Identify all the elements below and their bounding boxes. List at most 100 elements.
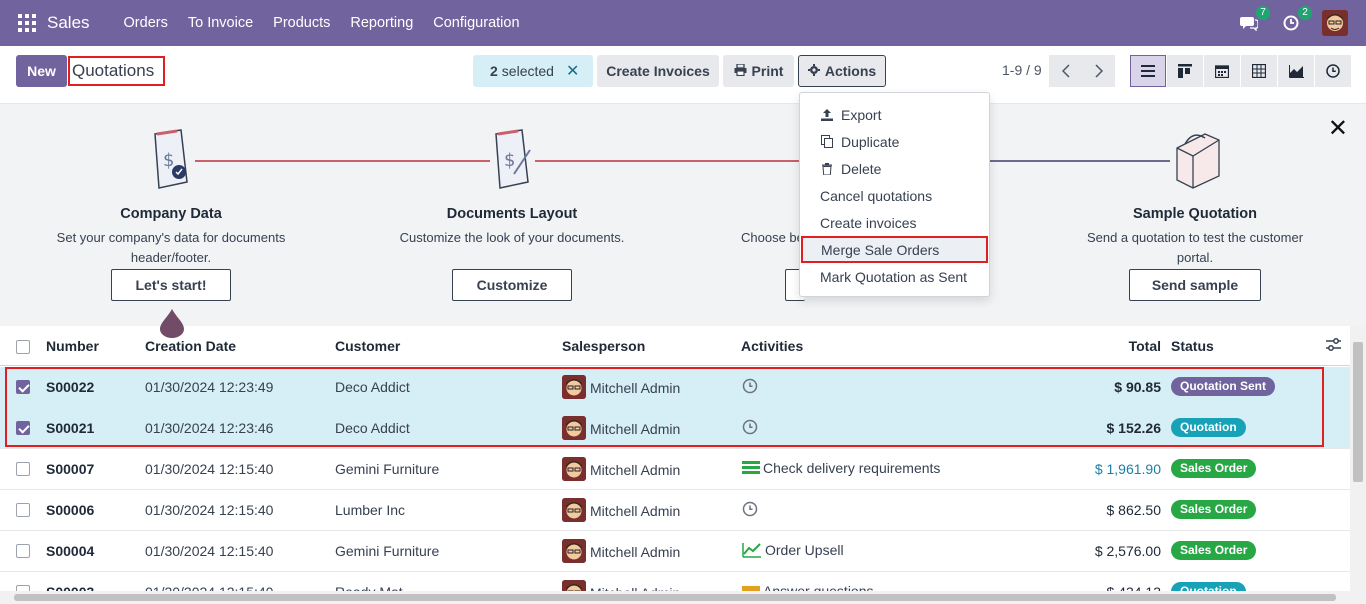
onboarding-step-title: Company Data — [120, 206, 222, 222]
select-all-checkbox[interactable] — [16, 340, 30, 354]
vertical-scrollbar[interactable] — [1350, 326, 1366, 591]
column-activities[interactable]: Activities — [741, 338, 803, 354]
page-title[interactable]: Quotations — [68, 56, 165, 86]
onboarding-step-company-data: $ Company Data Set your company's data f… — [51, 104, 291, 268]
action-label: Export — [841, 106, 882, 123]
table-row[interactable]: S00007 01/30/2024 12:15:40 Gemini Furnitur… — [0, 449, 1350, 490]
menu-configuration[interactable]: Configuration — [423, 15, 529, 31]
menu-to-invoice[interactable]: To Invoice — [178, 15, 263, 31]
checklist-icon[interactable] — [742, 461, 760, 475]
user-avatar[interactable] — [1322, 10, 1348, 36]
quotations-table: Number Creation Date Customer Salesperso… — [0, 326, 1350, 591]
activity-view-icon[interactable] — [1315, 55, 1351, 87]
optional-columns-icon[interactable] — [1326, 338, 1341, 354]
salesperson-name: Mitchell Admin — [590, 544, 681, 560]
salesperson-avatar[interactable] — [562, 498, 586, 522]
lets-start-button[interactable]: Let's start! — [111, 269, 231, 301]
pager-next-icon[interactable] — [1082, 55, 1115, 87]
action-label: Cancel quotations — [820, 187, 933, 204]
status-badge: Sales Order — [1171, 500, 1257, 519]
action-merge-sale-orders[interactable]: Merge Sale Orders — [801, 236, 988, 263]
menu-reporting[interactable]: Reporting — [340, 15, 423, 31]
activity-cell[interactable] — [742, 501, 761, 517]
column-salesperson[interactable]: Salesperson — [562, 338, 645, 354]
print-button[interactable]: Print — [723, 55, 794, 87]
table-row[interactable]: S00006 01/30/2024 12:15:40 Lumber Inc Mitch… — [0, 490, 1350, 531]
top-navbar: Sales Orders To Invoice Products Reporti… — [0, 0, 1366, 46]
copy-icon — [820, 135, 834, 148]
row-checkbox[interactable] — [16, 462, 30, 476]
status-badge: Quotation — [1171, 582, 1246, 591]
kanban-view-icon[interactable] — [1167, 55, 1203, 87]
table-header: Number Creation Date Customer Salesperso… — [0, 326, 1350, 366]
action-duplicate[interactable]: Duplicate — [800, 128, 989, 155]
activity-summary: Order Upsell — [765, 542, 844, 558]
customize-button[interactable]: Customize — [452, 269, 572, 301]
action-label: Create invoices — [820, 214, 917, 231]
print-icon — [734, 63, 747, 79]
activities-badge: 2 — [1298, 6, 1312, 20]
column-creation-date[interactable]: Creation Date — [145, 338, 236, 354]
pager-value[interactable]: 1-9 / 9 — [1002, 62, 1042, 78]
calendar-view-icon[interactable] — [1204, 55, 1240, 87]
activity-cell[interactable]: Check delivery requirements — [742, 460, 940, 476]
customer-name: Lumber Inc — [335, 502, 406, 518]
graph-view-icon[interactable] — [1278, 55, 1314, 87]
upload-icon — [820, 108, 834, 121]
selected-count: 2 — [490, 63, 498, 79]
activity-cell[interactable]: Order Upsell — [742, 542, 844, 558]
create-invoices-label: Create Invoices — [606, 63, 710, 79]
activity-cell[interactable]: Answer questions — [742, 583, 874, 591]
action-create-invoices[interactable]: Create invoices — [800, 209, 989, 236]
actions-label: Actions — [824, 63, 877, 79]
activity-clock-icon[interactable] — [742, 501, 758, 517]
close-onboarding-icon[interactable]: ✕ — [1328, 114, 1348, 143]
new-button[interactable]: New — [16, 55, 67, 87]
quotation-box-icon — [1171, 128, 1220, 192]
activity-summary: Check delivery requirements — [763, 460, 941, 476]
order-total: $ 2,576.00 — [1094, 543, 1161, 559]
selected-label: selected — [501, 63, 554, 79]
pivot-view-icon[interactable] — [1241, 55, 1277, 87]
horizontal-scrollbar[interactable] — [0, 591, 1366, 604]
table-row[interactable]: S00004 01/30/2024 12:15:40 Gemini Furnitur… — [0, 531, 1350, 572]
customer-name: Gemini Furniture — [335, 543, 440, 559]
salesperson-avatar[interactable] — [562, 539, 586, 563]
column-status[interactable]: Status — [1171, 338, 1214, 354]
messages-icon[interactable]: 7 — [1238, 6, 1270, 34]
pager-previous-icon[interactable] — [1049, 55, 1082, 87]
customer-name: Gemini Furniture — [335, 461, 440, 477]
column-number[interactable]: Number — [46, 338, 99, 354]
app-brand[interactable]: Sales — [47, 13, 90, 33]
svg-text:$: $ — [163, 150, 174, 171]
send-sample-button[interactable]: Send sample — [1129, 269, 1261, 301]
activity-clock-icon[interactable]: 2 — [1280, 6, 1312, 34]
column-total[interactable]: Total — [1100, 338, 1161, 354]
unselect-close-icon[interactable]: ✕ — [566, 61, 579, 81]
column-customer[interactable]: Customer — [335, 338, 400, 354]
selection-indicator: 2 selected ✕ — [473, 55, 593, 87]
row-checkbox[interactable] — [16, 503, 30, 517]
messages-badge: 7 — [1256, 6, 1270, 20]
salesperson-name: Mitchell Admin — [590, 503, 681, 519]
actions-button[interactable]: Actions — [798, 55, 886, 87]
list-view-icon[interactable] — [1130, 55, 1166, 87]
action-export[interactable]: Export — [800, 101, 989, 128]
scrollbar-thumb[interactable] — [1353, 342, 1363, 482]
status-badge: Sales Order — [1171, 541, 1257, 560]
salesperson-avatar[interactable] — [562, 580, 586, 591]
create-invoices-button[interactable]: Create Invoices — [597, 55, 719, 87]
action-cancel-quotations[interactable]: Cancel quotations — [800, 182, 989, 209]
row-checkbox[interactable] — [16, 544, 30, 558]
apps-grid-icon[interactable] — [18, 14, 36, 32]
action-mark-quotation-sent[interactable]: Mark Quotation as Sent — [800, 263, 989, 290]
menu-products[interactable]: Products — [263, 15, 340, 31]
table-row[interactable]: S0000301/30/2024 12:15:40Ready MatMitche… — [0, 572, 1350, 591]
document-dollar-icon: $ — [147, 128, 195, 192]
order-number: S00003 — [46, 584, 94, 591]
line-chart-icon[interactable] — [742, 542, 762, 558]
action-delete[interactable]: Delete — [800, 155, 989, 182]
scrollbar-thumb[interactable] — [14, 594, 1336, 601]
salesperson-avatar[interactable] — [562, 457, 586, 481]
menu-orders[interactable]: Orders — [114, 15, 178, 31]
